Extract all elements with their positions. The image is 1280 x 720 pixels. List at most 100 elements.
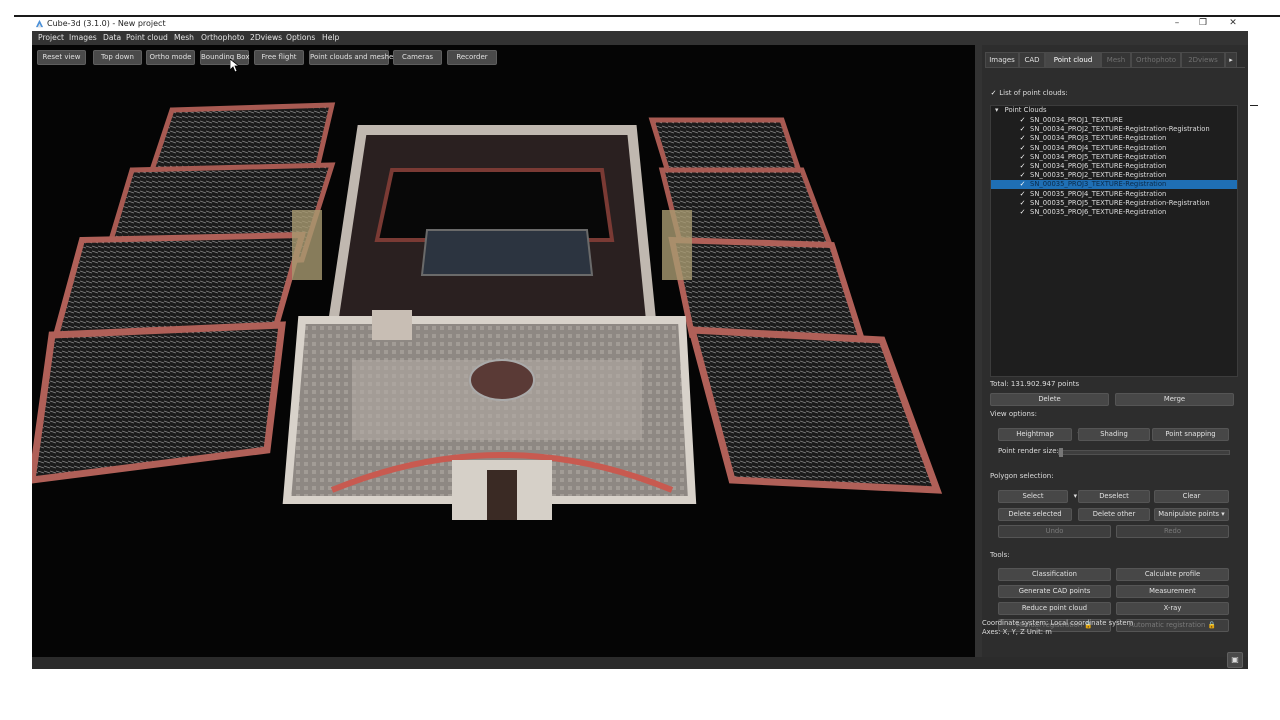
left-wings [32,102,336,484]
clear-button[interactable]: Clear [1154,490,1229,503]
status-footer: Coordinate system: Local coordinate syst… [982,619,1133,637]
redo-button[interactable]: Redo [1116,525,1229,538]
point-clouds-and-meshes-button[interactable]: Point clouds and meshes [309,50,397,65]
delete-button[interactable]: Delete [990,393,1109,406]
menu-help[interactable]: Help [322,33,339,43]
tree-item-checkbox[interactable]: ✓ [1019,153,1026,161]
tree-item-label: SN_00034_PROJ5_TEXTURE-Registration [1030,152,1167,161]
total-points: Total: 131.902.947 points [990,380,1080,388]
reduce-point-cloud-button[interactable]: Reduce point cloud [998,602,1111,615]
tab-point-cloud[interactable]: Point cloud [1045,52,1101,67]
tree-item-label: SN_00034_PROJ1_TEXTURE [1030,116,1123,124]
tree-item[interactable]: ✓ SN_00035_PROJ6_TEXTURE-Registration [991,208,1237,217]
panel-splitter[interactable] [975,45,982,657]
edge-mark [1250,105,1258,106]
tab-cad[interactable]: CAD [1019,52,1045,67]
tree-item[interactable]: ✓ SN_00035_PROJ3_TEXTURE-Registration [991,180,1237,190]
classification-button[interactable]: Classification [998,568,1111,581]
generate-cad-points-button[interactable]: Generate CAD points [998,585,1111,598]
cameras-button[interactable]: Cameras [393,50,442,65]
tree-item-checkbox[interactable]: ✓ [1019,172,1026,179]
menu-images[interactable]: Images [69,33,97,43]
tree-item[interactable]: ✓ SN_00034_PROJ1_TEXTURE [991,116,1237,125]
manipulate-points-dropdown[interactable]: Manipulate points ▾ [1154,508,1229,521]
render-size-slider[interactable] [1058,448,1230,457]
tree-item-checkbox[interactable]: ✓ [1019,117,1026,124]
tab-2dviews[interactable]: 2Dviews [1181,52,1225,67]
tab-orthophoto[interactable]: Orthophoto [1131,52,1181,67]
chevron-down-icon[interactable]: ▾ [1074,491,1077,502]
tab-mesh[interactable]: Mesh [1101,52,1131,67]
shading-button[interactable]: Shading [1078,428,1150,441]
list-checkbox[interactable]: ✓ [990,90,997,97]
tree-item[interactable]: ✓ SN_00034_PROJ6_TEXTURE-Registration [991,162,1237,171]
tree-item[interactable]: ✓ SN_00035_PROJ4_TEXTURE-Registration [991,190,1237,199]
window-title: Cube-3d (3.1.0) - New project [47,19,166,28]
tab-images[interactable]: Images [985,52,1019,67]
reset-view-button[interactable]: Reset view [37,50,86,65]
bounding-box-button[interactable]: Bounding Box [200,50,249,65]
tree-item-label: SN_00035_PROJ4_TEXTURE-Registration [1030,189,1167,198]
menu-data[interactable]: Data [103,33,121,43]
top-down-button[interactable]: Top down [93,50,142,65]
tree-item-checkbox[interactable]: ✓ [1019,181,1026,188]
3d-viewport[interactable]: Reset view Top down Ortho mode Bounding … [32,45,975,657]
tree-item[interactable]: ✓ SN_00035_PROJ5_TEXTURE-Registration-Reg… [991,199,1237,208]
delete-other-button[interactable]: Delete other [1078,508,1150,521]
tab-scroll-arrow[interactable]: ▸ [1225,52,1237,67]
tree-item-label: SN_00035_PROJ2_TEXTURE-Registration [1030,171,1167,180]
tree-item[interactable]: ✓ SN_00034_PROJ3_TEXTURE-Registration [991,134,1237,143]
free-flight-button[interactable]: Free flight [254,50,304,65]
x-ray-button[interactable]: X-ray [1116,602,1229,615]
tools-label: Tools: [990,551,1010,559]
menu-orthophoto[interactable]: Orthophoto [201,33,244,43]
heightmap-dropdown[interactable]: Heightmap ▾ [998,428,1081,441]
tree-item-checkbox[interactable]: ✓ [1019,209,1026,216]
manipulate-points-label: Manipulate points [1158,510,1220,518]
tree-root[interactable]: ▾ Point Clouds [991,106,1237,115]
delete-selected-button[interactable]: Delete selected [998,508,1072,521]
measurement-button[interactable]: Measurement [1116,585,1229,598]
automatic-registration-label: Automatic registration [1129,621,1206,629]
slider-handle[interactable] [1059,448,1063,457]
tree-item-checkbox[interactable]: ✓ [1019,190,1026,198]
menu-project[interactable]: Project [38,33,64,43]
recorder-button[interactable]: Recorder [447,50,497,65]
menu-mesh[interactable]: Mesh [174,33,194,43]
minimize-button[interactable]: – [1166,17,1188,31]
close-button[interactable]: ✕ [1222,17,1244,31]
tree-item[interactable]: ✓ SN_00034_PROJ2_TEXTURE-Registration-Reg… [991,125,1237,134]
tree-item[interactable]: ✓ SN_00034_PROJ5_TEXTURE-Registration [991,153,1237,162]
tree-root-label: Point Clouds [1004,106,1047,114]
tree-item-checkbox[interactable]: ✓ [1019,144,1026,152]
list-header-row: ✓ List of point clouds: [990,89,1068,97]
merge-button[interactable]: Merge [1115,393,1234,406]
heightmap-label: Heightmap [1016,430,1054,438]
title-bar: Cube-3d (3.1.0) - New project – ❐ ✕ [32,17,1248,31]
maximize-button[interactable]: ❐ [1192,17,1214,31]
tree-item-checkbox[interactable]: ✓ [1019,163,1026,170]
tab-divider [985,67,1245,68]
tree-item[interactable]: ✓ SN_00035_PROJ2_TEXTURE-Registration [991,171,1237,180]
menu-2dviews[interactable]: 2Dviews [250,33,282,43]
tree-item-label: SN_00035_PROJ3_TEXTURE-Registration [1030,180,1167,189]
menu-options[interactable]: Options [286,33,315,43]
app-logo-icon [35,19,44,28]
ortho-mode-button[interactable]: Ortho mode [146,50,195,65]
point-cloud-render [32,102,943,520]
calculate-profile-button[interactable]: Calculate profile [1116,568,1229,581]
select-label: Select [1022,492,1044,500]
tree-item-checkbox[interactable]: ✓ [1019,126,1026,133]
tree-expand-icon[interactable]: ▾ [995,106,998,114]
undo-button[interactable]: Undo [998,525,1111,538]
tree-item-label: SN_00035_PROJ5_TEXTURE-Registration-Regi… [1030,198,1210,207]
select-dropdown[interactable]: Select ▾ [998,490,1077,503]
polygon-selection-label: Polygon selection: [990,472,1054,480]
save-icon[interactable]: ▣ [1227,652,1243,668]
deselect-button[interactable]: Deselect [1078,490,1150,503]
tree-item-checkbox[interactable]: ✓ [1019,199,1026,207]
menu-point-cloud[interactable]: Point cloud [126,33,168,43]
tree-item-checkbox[interactable]: ✓ [1019,135,1026,142]
tree-item[interactable]: ✓ SN_00034_PROJ4_TEXTURE-Registration [991,144,1237,153]
point-snapping-button[interactable]: Point snapping [1152,428,1229,441]
